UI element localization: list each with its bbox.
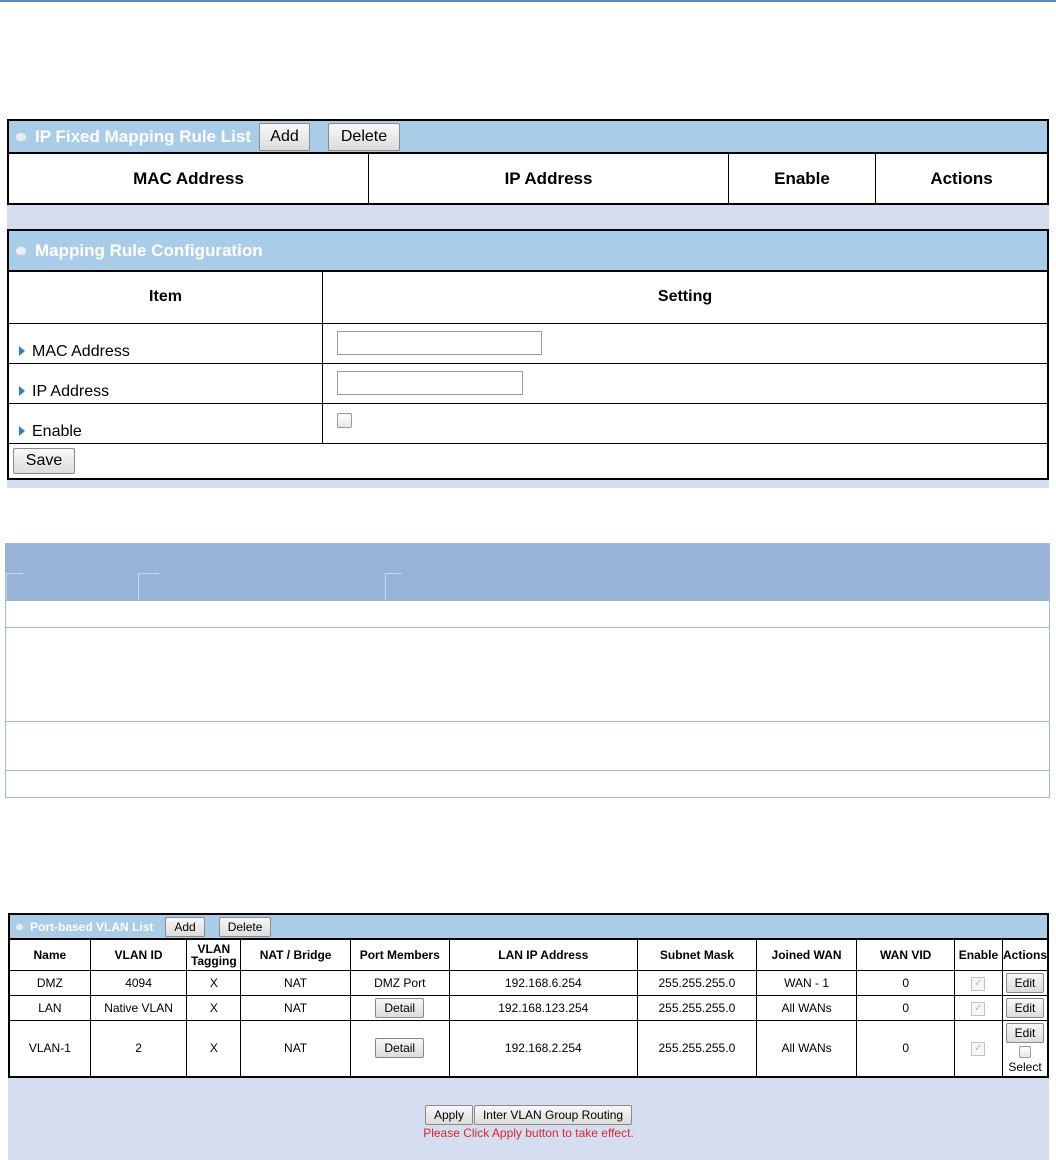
- vlan-footer: Apply Inter VLAN Group Routing Please Cli…: [8, 1105, 1049, 1140]
- col-vlan-id: VLAN ID: [89, 938, 188, 971]
- rule-list-header: IP Fixed Mapping Rule List Add Delete: [7, 119, 1049, 152]
- col-enable: Enable: [953, 938, 1003, 971]
- arrow-right-icon: [19, 426, 25, 437]
- vlan-title: Port-based VLAN List: [30, 919, 154, 934]
- table-row: LAN Native VLAN X NAT Detail 192.168.123…: [8, 994, 1049, 1021]
- col-lan-ip: LAN IP Address: [448, 938, 639, 971]
- bullet-icon: [15, 922, 24, 931]
- col-vlan-tagging: VLAN Tagging: [186, 938, 242, 971]
- col-joined-wan: Joined WAN: [755, 938, 858, 971]
- col-port-members: Port Members: [349, 938, 450, 971]
- col-actions: Actions: [1001, 938, 1049, 971]
- col-mac-address: MAC Address: [7, 152, 369, 205]
- bullet-icon: [15, 245, 27, 256]
- ip-address-input[interactable]: [337, 371, 523, 395]
- apply-message: Please Click Apply button to take effect…: [423, 1126, 634, 1140]
- rule-list-title: IP Fixed Mapping Rule List: [35, 126, 251, 146]
- col-nat-bridge: NAT / Bridge: [240, 938, 351, 971]
- col-setting: Setting: [322, 270, 1049, 324]
- vlan-table: Name VLAN ID VLAN Tagging NAT / Bridge Po…: [8, 938, 1049, 1078]
- col-wan-vid: WAN VID: [856, 938, 955, 971]
- enable-checkbox-disabled: ✓: [971, 976, 986, 991]
- table-row: DMZ 4094 X NAT DMZ Port 192.168.6.254 25…: [8, 969, 1049, 996]
- select-checkbox[interactable]: [1018, 1045, 1031, 1058]
- col-item: Item: [7, 270, 323, 324]
- edit-button[interactable]: Edit: [1005, 972, 1045, 993]
- col-actions: Actions: [875, 152, 1049, 205]
- mac-address-input[interactable]: [337, 331, 542, 355]
- top-border-line: [0, 0, 1056, 2]
- rule-list-table: MAC Address IP Address Enable Actions: [7, 152, 1049, 205]
- inter-vlan-routing-button[interactable]: Inter VLAN Group Routing: [473, 1105, 633, 1125]
- rule-list-panel: IP Fixed Mapping Rule List Add Delete MA…: [7, 119, 1049, 229]
- enable-checkbox[interactable]: [337, 413, 352, 428]
- config-title: Mapping Rule Configuration: [35, 240, 263, 260]
- apply-button[interactable]: Apply: [424, 1105, 473, 1125]
- save-button[interactable]: Save: [13, 447, 75, 474]
- empty-table-panel: [5, 543, 1050, 798]
- arrow-right-icon: [19, 386, 25, 397]
- enable-checkbox-disabled: ✓: [971, 1001, 986, 1016]
- add-rule-button[interactable]: Add: [259, 122, 310, 151]
- delete-rule-button[interactable]: Delete: [328, 122, 400, 151]
- vlan-panel: Port-based VLAN List Add Delete Name VLA…: [8, 913, 1049, 1160]
- col-subnet-mask: Subnet Mask: [637, 938, 757, 971]
- detail-button[interactable]: Detail: [375, 997, 425, 1018]
- select-label: Select: [1008, 1059, 1042, 1074]
- add-vlan-button[interactable]: Add: [165, 916, 205, 937]
- config-header: Mapping Rule Configuration: [7, 229, 1049, 270]
- edit-button[interactable]: Edit: [1005, 997, 1045, 1018]
- vlan-header: Port-based VLAN List Add Delete: [8, 913, 1049, 938]
- empty-table-header: [6, 544, 1049, 601]
- table-row: VLAN-1 2 X NAT Detail 192.168.2.254 255.…: [8, 1019, 1049, 1077]
- config-table: Item Setting MAC Address IP Address Enab…: [7, 270, 1049, 480]
- bullet-icon: [15, 131, 27, 142]
- mac-address-label: MAC Address: [7, 322, 323, 364]
- col-ip-address: IP Address: [368, 152, 729, 205]
- delete-vlan-button[interactable]: Delete: [218, 916, 272, 937]
- enable-checkbox-disabled: ✓: [971, 1042, 986, 1056]
- config-panel: Mapping Rule Configuration Item Setting …: [7, 229, 1049, 488]
- enable-label: Enable: [7, 402, 323, 444]
- col-name: Name: [8, 938, 91, 971]
- detail-button[interactable]: Detail: [375, 1038, 425, 1058]
- col-enable: Enable: [728, 152, 876, 205]
- ip-address-label: IP Address: [7, 362, 323, 404]
- edit-button[interactable]: Edit: [1005, 1022, 1045, 1043]
- arrow-right-icon: [19, 346, 25, 357]
